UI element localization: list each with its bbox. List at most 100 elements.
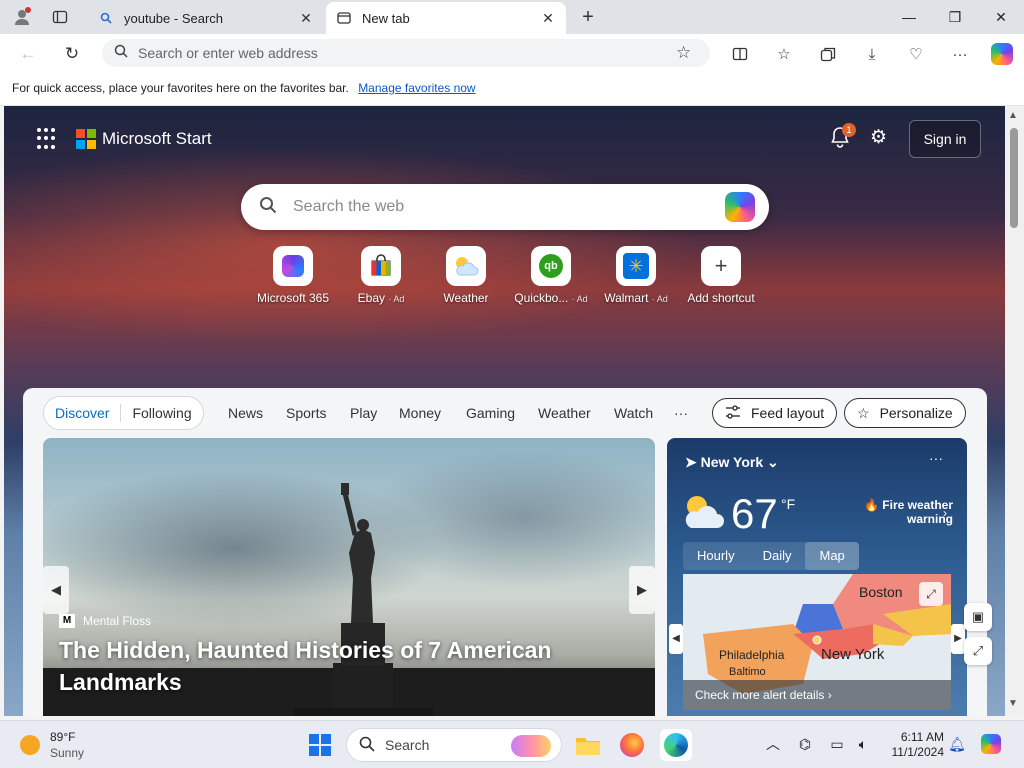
news-feed: Discover Following News Sports Play Mone…	[23, 388, 992, 716]
tab-weather[interactable]: Weather	[538, 405, 591, 421]
map-prev-button[interactable]: ◀	[669, 624, 683, 654]
image-edit-icon[interactable]: ▣	[964, 603, 992, 631]
shortcut-add[interactable]: + Add shortcut	[676, 246, 766, 305]
close-window-button[interactable]: ✕	[978, 0, 1024, 34]
partly-cloudy-icon	[685, 496, 724, 528]
web-search-box[interactable]	[241, 184, 769, 230]
downloads-icon[interactable]: ⤓	[858, 40, 886, 68]
restore-button[interactable]: ❐	[932, 0, 978, 34]
firefox-icon[interactable]	[616, 729, 648, 761]
tab-watch[interactable]: Watch	[614, 405, 653, 421]
page-header: Microsoft Start 1 ⚙ Sign in	[4, 120, 1005, 160]
sliders-icon	[725, 404, 741, 422]
page-scrollbar[interactable]: ▲ ▼	[1005, 106, 1024, 716]
tab-following[interactable]: Following	[121, 405, 202, 421]
sun-icon[interactable]	[20, 735, 40, 755]
tab-new-tab[interactable]: New tab ✕	[326, 2, 566, 34]
tab-discover[interactable]: Discover	[44, 405, 120, 421]
display-icon[interactable]: ▭	[826, 733, 848, 755]
refresh-button[interactable]: ↻	[58, 40, 86, 68]
taskbar-weather-temp[interactable]: 89°F	[50, 730, 75, 744]
shortcut-label: Microsoft 365	[256, 291, 330, 305]
taskbar: 89°F Sunny Search ︿ ⌬ ▭ 🔈︎ 6:11 AM 11/1/…	[0, 720, 1024, 768]
volume-icon[interactable]: 🔈︎	[852, 733, 874, 755]
notifications-bell-icon[interactable]: 1	[830, 123, 856, 152]
tab-hourly[interactable]: Hourly	[683, 542, 749, 570]
weather-location[interactable]: ➤ New York ⌄	[685, 454, 779, 471]
new-tab-button[interactable]: +	[576, 5, 600, 29]
close-tab-icon[interactable]: ✕	[298, 10, 314, 27]
edge-icon[interactable]	[660, 729, 692, 761]
shortcut-label: Weather	[443, 291, 489, 305]
alert-details-link[interactable]: Check more alert details ›	[683, 680, 951, 710]
copilot-icon[interactable]	[980, 733, 1002, 755]
search-highlight-icon	[511, 735, 551, 757]
profile-icon[interactable]	[10, 5, 34, 29]
taskbar-search-label: Search	[385, 737, 430, 753]
more-menu-icon[interactable]: ···	[946, 40, 974, 68]
tab-daily[interactable]: Daily	[749, 542, 806, 570]
app-launcher-icon[interactable]	[37, 128, 59, 150]
weather-alert[interactable]: 🔥 Fire weather warning	[843, 498, 953, 526]
personalize-button[interactable]: ☆ Personalize	[844, 398, 966, 428]
shortcuts-row: Microsoft 365 Ebay · Ad Weather qb Quick…	[248, 246, 768, 308]
article-headline[interactable]: The Hidden, Haunted Histories of 7 Ameri…	[59, 634, 639, 698]
taskbar-weather-condition: Sunny	[50, 746, 85, 760]
scrollbar-thumb[interactable]	[1010, 128, 1018, 228]
browser-essentials-icon[interactable]: ♡	[902, 40, 930, 68]
tab-money[interactable]: Money	[399, 405, 441, 421]
taskbar-search[interactable]: Search	[346, 728, 562, 762]
shortcut-walmart[interactable]: ✳ Walmart · Ad	[591, 246, 681, 305]
feed-layout-button[interactable]: Feed layout	[712, 398, 838, 428]
close-tab-icon[interactable]: ✕	[540, 10, 556, 27]
more-tabs-button[interactable]: ···	[674, 405, 688, 421]
start-button[interactable]	[309, 734, 331, 756]
hero-article-card[interactable]: ◀ ▶ M Mental Floss The Hidden, Haunted H…	[43, 438, 655, 716]
back-button[interactable]: ←	[14, 40, 42, 68]
source-name: Mental Floss	[83, 614, 152, 628]
carousel-prev-button[interactable]: ◀	[43, 566, 69, 614]
feed-layout-label: Feed layout	[751, 405, 825, 421]
ebay-bag-icon	[361, 246, 401, 286]
weather-alert-map[interactable]: Boston Philadelphia New York Baltimo ⤢ C…	[683, 574, 951, 710]
network-icon[interactable]: ⌬	[794, 733, 816, 755]
minimize-button[interactable]: —	[886, 0, 932, 34]
search-icon	[259, 196, 277, 219]
address-bar[interactable]: ☆	[102, 39, 710, 67]
settings-gear-icon[interactable]: ⚙	[870, 126, 894, 150]
tab-news[interactable]: News	[228, 405, 263, 421]
expand-icon[interactable]: ⤢	[919, 582, 943, 606]
tab-map[interactable]: Map	[805, 542, 859, 570]
shortcut-label: Quickbo...	[514, 291, 569, 305]
address-input[interactable]	[138, 45, 710, 61]
fullscreen-icon[interactable]: ⤢	[964, 637, 992, 665]
tab-actions-icon[interactable]	[48, 5, 72, 29]
shortcut-microsoft-365[interactable]: Microsoft 365	[248, 246, 338, 305]
chevron-up-icon[interactable]: ︿	[762, 733, 784, 755]
star-sparkle-icon: ☆	[857, 404, 870, 421]
favorite-star-icon[interactable]: ☆	[676, 43, 691, 63]
file-explorer-icon[interactable]	[572, 729, 604, 761]
tab-sports[interactable]: Sports	[286, 405, 326, 421]
web-search-input[interactable]	[293, 198, 725, 216]
shortcut-ebay[interactable]: Ebay · Ad	[336, 246, 426, 305]
tab-play[interactable]: Play	[350, 405, 377, 421]
shortcut-weather[interactable]: Weather	[421, 246, 511, 305]
system-clock[interactable]: 6:11 AM 11/1/2024	[874, 730, 945, 760]
collections-icon[interactable]	[814, 40, 842, 68]
tab-youtube-search[interactable]: youtube - Search ✕	[88, 2, 324, 34]
carousel-next-button[interactable]: ▶	[629, 566, 655, 614]
more-options-icon[interactable]: ···	[929, 450, 943, 466]
sign-in-button[interactable]: Sign in	[909, 120, 981, 158]
map-next-button[interactable]: ▶	[951, 624, 965, 654]
copilot-icon[interactable]	[988, 40, 1016, 68]
notification-bell-icon[interactable]: 🔔︎	[946, 733, 968, 755]
tab-title: New tab	[362, 10, 410, 26]
split-screen-icon[interactable]	[726, 40, 754, 68]
tab-gaming[interactable]: Gaming	[466, 405, 515, 421]
shortcut-quickbooks[interactable]: qb Quickbo... · Ad	[506, 246, 596, 305]
favorites-icon[interactable]: ☆	[770, 40, 798, 68]
copilot-icon[interactable]	[725, 192, 755, 222]
map-label: New York	[821, 646, 885, 663]
manage-favorites-link[interactable]: Manage favorites now	[358, 81, 475, 95]
